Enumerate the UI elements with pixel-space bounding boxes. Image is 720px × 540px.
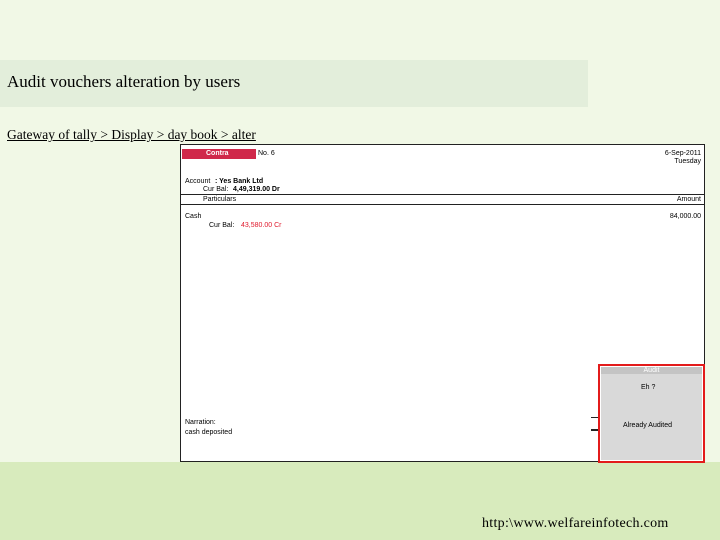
voucher-date[interactable]: 6-Sep-2011 [665, 150, 701, 157]
voucher-type-badge[interactable]: Contra [182, 149, 256, 159]
column-particulars: Particulars [203, 196, 237, 203]
ledger-amount[interactable]: 84,000.00 [670, 213, 701, 220]
footer-url[interactable]: http:\www.welfareinfotech.com [482, 516, 669, 532]
ledger-balance-value: 43,580.00 Cr [241, 222, 282, 229]
account-value[interactable]: : Yes Bank Ltd [215, 178, 263, 185]
column-amount: Amount [676, 196, 701, 203]
navigation-path: Gateway of tally > Display > day book > … [7, 127, 256, 142]
voucher-number: No. 6 [258, 150, 275, 157]
ledger-name[interactable]: Cash [185, 213, 201, 220]
account-balance-value: 4,49,319.00 Dr [233, 186, 280, 193]
voucher-day: Tuesday [674, 158, 701, 165]
header-bottom-rule [181, 204, 704, 205]
ledger-balance-label: Cur Bal: [209, 222, 235, 229]
account-balance-label: Cur Bal: [203, 186, 229, 193]
narration-value[interactable]: cash deposited [185, 429, 232, 436]
narration-label: Narration: [185, 419, 216, 426]
slide-title: Audit vouchers alteration by users [7, 72, 241, 91]
highlight-box [598, 364, 705, 463]
header-top-rule [181, 194, 704, 195]
account-label: Account [185, 178, 211, 185]
